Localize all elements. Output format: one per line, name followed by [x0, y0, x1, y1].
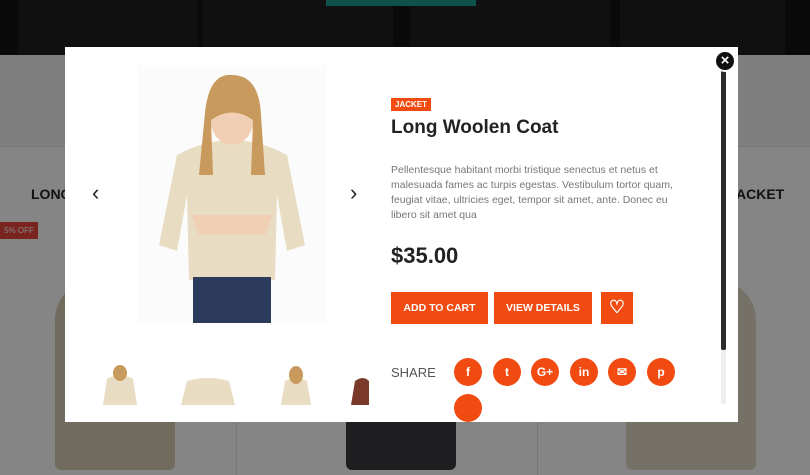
product-details: JACKET Long Woolen Coat Pellentesque hab… — [391, 47, 721, 422]
product-title: Long Woolen Coat — [391, 117, 559, 138]
product-main-image — [137, 65, 327, 323]
close-icon[interactable]: × — [714, 50, 736, 72]
scrollbar-thumb[interactable] — [721, 67, 726, 350]
prev-image-arrow[interactable]: ‹ — [92, 182, 99, 204]
thumbnail-2[interactable] — [173, 365, 243, 405]
email-icon[interactable]: ✉ — [608, 358, 636, 386]
google-plus-icon[interactable]: G+ — [531, 358, 559, 386]
pinterest-icon[interactable]: p — [647, 358, 675, 386]
next-image-arrow[interactable]: › — [350, 182, 357, 204]
add-to-cart-button[interactable]: ADD TO CART — [391, 292, 488, 324]
facebook-icon[interactable]: f — [454, 358, 482, 386]
wishlist-heart-icon[interactable]: ♡ — [601, 292, 633, 324]
share-label: SHARE — [391, 365, 436, 380]
thumbnail-strip — [85, 365, 369, 405]
linkedin-icon[interactable]: in — [570, 358, 598, 386]
thumbnail-3[interactable] — [261, 365, 331, 405]
product-price: $35.00 — [391, 243, 459, 268]
modal-scrollbar[interactable] — [721, 67, 726, 404]
twitter-icon[interactable]: t — [493, 358, 521, 386]
view-details-button[interactable]: VIEW DETAILS — [494, 292, 592, 324]
category-badge[interactable]: JACKET — [391, 98, 432, 111]
quick-view-modal: ‹ › JACKET Long Woolen Coat Pellentesque… — [65, 47, 738, 422]
thumbnail-4[interactable] — [349, 365, 369, 405]
thumbnail-1[interactable] — [85, 365, 155, 405]
social-share-icon[interactable] — [454, 394, 482, 422]
product-description: Pellentesque habitant morbi tristique se… — [391, 164, 673, 221]
